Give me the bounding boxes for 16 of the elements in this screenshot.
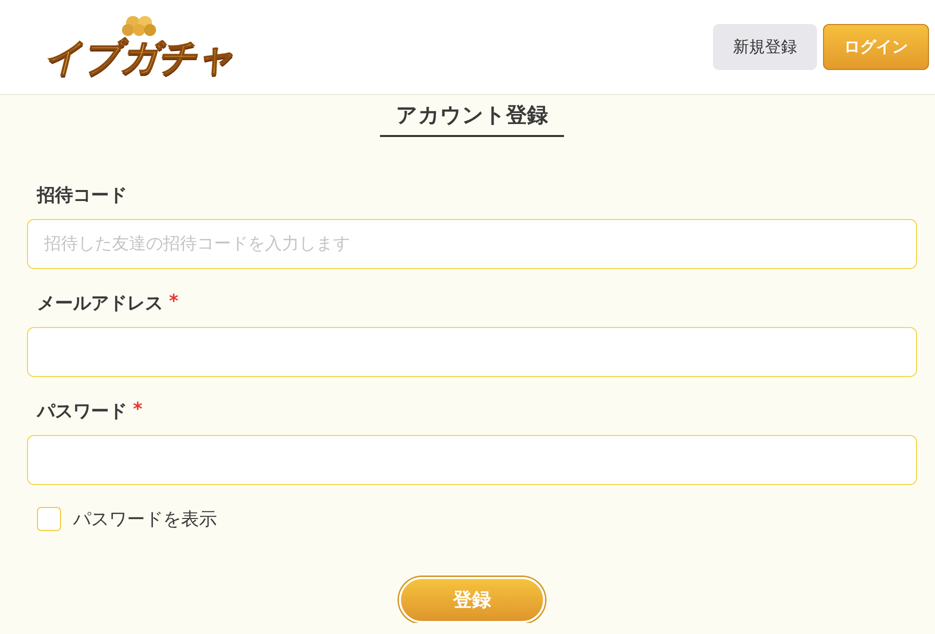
field-label: パスワード [37, 400, 127, 423]
field-label: 招待コード [37, 184, 127, 207]
login-button[interactable]: ログイン [823, 24, 929, 70]
input-field[interactable] [27, 435, 917, 485]
required-mark: * [133, 399, 142, 422]
checkbox[interactable] [37, 507, 61, 531]
coin-drawing [121, 15, 157, 38]
page-title: アカウント登録 [380, 101, 564, 137]
required-mark: * [169, 291, 178, 314]
signup-button[interactable]: 新規登録 [713, 24, 817, 70]
logo: イブガチャ [44, 37, 234, 79]
input-field[interactable]: 招待した友達の招待コードを入力します [27, 219, 917, 269]
field-label: メールアドレス [37, 292, 163, 315]
register-button[interactable]: 登録 [399, 577, 545, 623]
checkbox-label: パスワードを表示 [73, 508, 217, 531]
input-field[interactable] [27, 327, 917, 377]
